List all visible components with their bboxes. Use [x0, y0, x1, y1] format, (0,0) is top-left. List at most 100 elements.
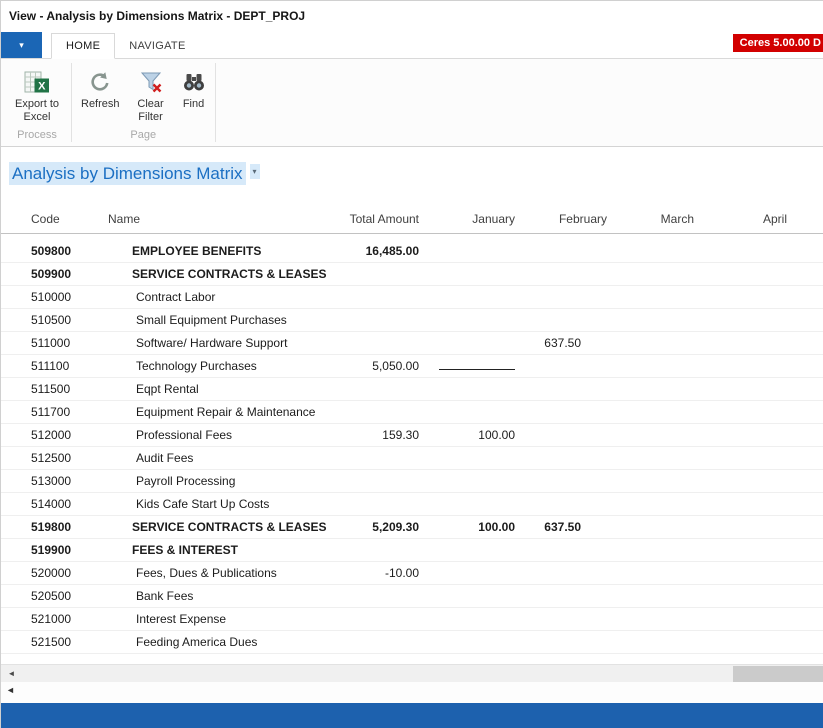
column-header-march[interactable]: March	[609, 212, 696, 226]
column-header-name[interactable]: Name	[108, 212, 338, 226]
table-row[interactable]: 521500Feeding America Dues	[1, 631, 823, 654]
cell-name[interactable]: Bank Fees	[108, 585, 338, 607]
ribbon-group-page: Refresh Clear Filter	[74, 59, 213, 146]
find-button[interactable]: Find	[175, 65, 213, 114]
clear-filter-button[interactable]: Clear Filter	[127, 65, 175, 127]
cell-name[interactable]: Payroll Processing	[108, 470, 338, 492]
cell-jan[interactable]: 100.00	[421, 424, 517, 446]
window-bottom-border	[1, 703, 823, 728]
group-label-process: Process	[5, 127, 69, 146]
cell-code[interactable]: 509800	[1, 240, 108, 262]
refresh-icon	[88, 68, 112, 95]
column-header-february[interactable]: February	[517, 212, 609, 226]
cell-name[interactable]: Audit Fees	[108, 447, 338, 469]
refresh-button[interactable]: Refresh	[74, 65, 127, 114]
cell-name[interactable]: EMPLOYEE BENEFITS	[108, 240, 338, 262]
cell-code[interactable]: 520000	[1, 562, 108, 584]
table-row[interactable]: 511000Software/ Hardware Support 637.50	[1, 332, 823, 355]
table-row[interactable]: 509800EMPLOYEE BENEFITS16,485.00	[1, 240, 823, 263]
cell-total[interactable]: -10.00	[338, 562, 421, 584]
titlebar: View - Analysis by Dimensions Matrix - D…	[1, 1, 823, 31]
cell-name[interactable]: SERVICE CONTRACTS & LEASES	[108, 263, 338, 285]
cell-name[interactable]: Software/ Hardware Support	[108, 332, 338, 354]
table-row[interactable]: 519800SERVICE CONTRACTS & LEASES5,209.30…	[1, 516, 823, 539]
cell-code[interactable]: 521000	[1, 608, 108, 630]
cell-jan[interactable]	[421, 355, 517, 377]
scrollbar-thumb[interactable]	[733, 666, 823, 682]
cell-name[interactable]: Feeding America Dues	[108, 631, 338, 653]
column-header-code[interactable]: Code	[1, 212, 108, 226]
table-row[interactable]: 513000Payroll Processing	[1, 470, 823, 493]
cell-total[interactable]: 5,050.00	[338, 355, 421, 377]
cell-total[interactable]: 16,485.00	[338, 240, 421, 262]
cell-code[interactable]: 510000	[1, 286, 108, 308]
cell-code[interactable]: 512500	[1, 447, 108, 469]
cell-code[interactable]: 519800	[1, 516, 108, 538]
export-to-excel-button[interactable]: X Export to Excel	[5, 65, 69, 127]
table-row[interactable]: 510500Small Equipment Purchases	[1, 309, 823, 332]
page-title: Analysis by Dimensions Matrix	[9, 162, 246, 185]
cell-name[interactable]: SERVICE CONTRACTS & LEASES	[108, 516, 338, 538]
selected-cell-underline	[439, 359, 515, 370]
cell-code[interactable]: 519900	[1, 539, 108, 561]
column-header-april[interactable]: April	[696, 212, 789, 226]
cell-total[interactable]: 5,209.30	[338, 516, 421, 538]
cell-code[interactable]: 511000	[1, 332, 108, 354]
cell-name[interactable]: FEES & INTEREST	[108, 539, 338, 561]
table-row[interactable]: 520000Fees, Dues & Publications-10.00	[1, 562, 823, 585]
table-row[interactable]: 511700Equipment Repair & Maintenance	[1, 401, 823, 424]
cell-code[interactable]: 520500	[1, 585, 108, 607]
cell-name[interactable]: Interest Expense	[108, 608, 338, 630]
excel-icon: X	[24, 68, 50, 95]
tab-home[interactable]: HOME	[51, 33, 115, 59]
cell-total[interactable]: 159.30	[338, 424, 421, 446]
cell-code[interactable]: 513000	[1, 470, 108, 492]
table-row[interactable]: 511500Eqpt Rental	[1, 378, 823, 401]
table-row[interactable]: 512500Audit Fees	[1, 447, 823, 470]
table-body: 509800EMPLOYEE BENEFITS16,485.00509900SE…	[1, 234, 823, 664]
cell-name[interactable]: Technology Purchases	[108, 355, 338, 377]
svg-text:X: X	[38, 80, 46, 92]
page-title-dropdown-icon[interactable]: ▾	[250, 164, 260, 179]
table-row[interactable]: 510000Contract Labor	[1, 286, 823, 309]
cell-name[interactable]: Equipment Repair & Maintenance	[108, 401, 338, 423]
cell-name[interactable]: Fees, Dues & Publications	[108, 562, 338, 584]
matrix-horizontal-scrollbar[interactable]: ◄	[1, 664, 823, 682]
app-menu-button[interactable]: ▾	[1, 32, 42, 58]
cell-code[interactable]: 509900	[1, 263, 108, 285]
cell-code[interactable]: 514000	[1, 493, 108, 515]
ribbon-separator	[215, 63, 216, 142]
cell-code[interactable]: 521500	[1, 631, 108, 653]
cell-name[interactable]: Small Equipment Purchases	[108, 309, 338, 331]
cell-code[interactable]: 510500	[1, 309, 108, 331]
table-row[interactable]: 512000Professional Fees159.30100.00	[1, 424, 823, 447]
clear-filter-label: Clear Filter	[134, 98, 168, 124]
column-header-total-amount[interactable]: Total Amount	[338, 212, 421, 226]
table-row[interactable]: 514000Kids Cafe Start Up Costs	[1, 493, 823, 516]
cell-code[interactable]: 511500	[1, 378, 108, 400]
table-row[interactable]: 511100Technology Purchases5,050.00	[1, 355, 823, 378]
column-header-january[interactable]: January	[421, 212, 517, 226]
scroll-left-arrow-icon[interactable]: ◄	[6, 685, 15, 695]
group-label-page: Page	[74, 127, 213, 146]
table-row[interactable]: 509900SERVICE CONTRACTS & LEASES	[1, 263, 823, 286]
ribbon-tab-bar: ▾ HOME NAVIGATE Ceres 5.00.00 D	[1, 31, 823, 59]
cell-feb[interactable]: 637.50	[517, 516, 609, 538]
tab-navigate[interactable]: NAVIGATE	[115, 34, 199, 58]
table-row[interactable]: 520500Bank Fees	[1, 585, 823, 608]
cell-name[interactable]: Eqpt Rental	[108, 378, 338, 400]
table-row[interactable]: 519900FEES & INTEREST	[1, 539, 823, 562]
page-horizontal-scrollbar[interactable]: ◄	[1, 682, 823, 703]
cell-feb[interactable]: 637.50	[517, 332, 609, 354]
scroll-left-arrow-icon[interactable]: ◄	[4, 665, 19, 682]
cell-code[interactable]: 511700	[1, 401, 108, 423]
export-to-excel-label: Export to Excel	[12, 98, 62, 124]
table-row[interactable]: 521000Interest Expense	[1, 608, 823, 631]
cell-name[interactable]: Professional Fees	[108, 424, 338, 446]
cell-name[interactable]: Contract Labor	[108, 286, 338, 308]
find-icon	[182, 68, 206, 95]
cell-code[interactable]: 512000	[1, 424, 108, 446]
cell-jan[interactable]: 100.00	[421, 516, 517, 538]
cell-name[interactable]: Kids Cafe Start Up Costs	[108, 493, 338, 515]
cell-code[interactable]: 511100	[1, 355, 108, 377]
